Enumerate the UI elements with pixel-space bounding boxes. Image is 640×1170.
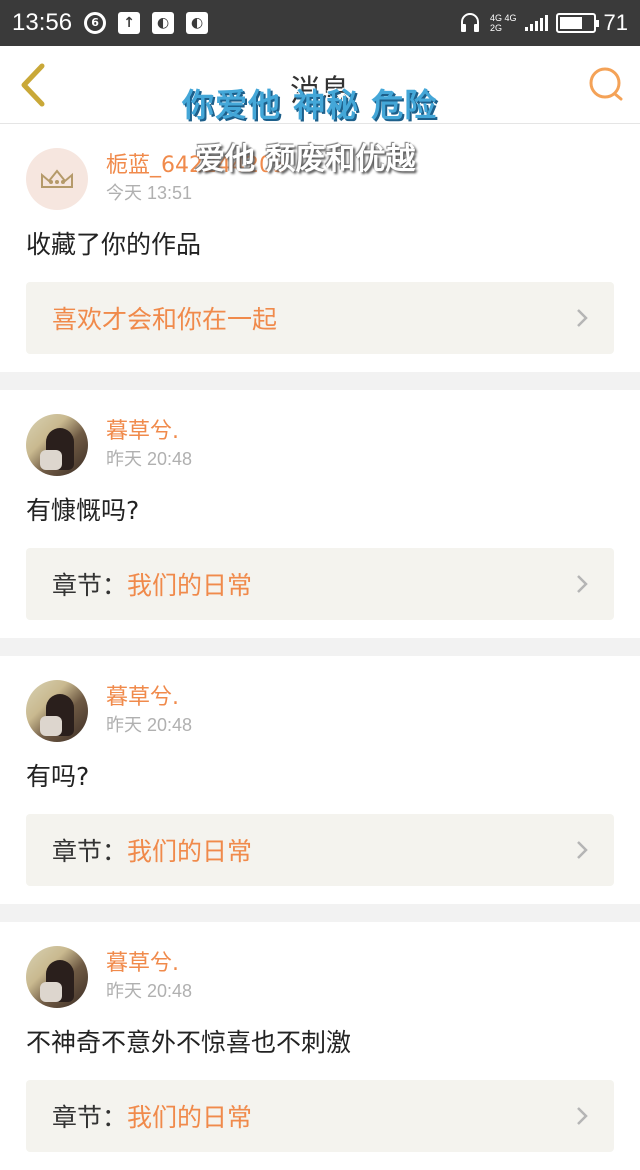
network-bottom: 2G — [490, 23, 503, 33]
crown-icon — [41, 169, 73, 188]
reference-link[interactable]: 章节： 我们的日常 — [26, 548, 614, 620]
message-time: 昨天 20:48 — [106, 981, 193, 1001]
username[interactable]: 暮草兮. — [106, 950, 192, 978]
status-time: 13:56 — [12, 9, 73, 36]
reference-link[interactable]: 章节： 我们的日常 — [26, 1080, 614, 1152]
message-header: 暮草兮. 昨天 20:48 — [26, 656, 614, 742]
netease-icon: 6 — [84, 12, 107, 34]
message-list: 栀蓝_642244203 今天 13:51 收藏了你的作品 喜欢才会和你在一起 … — [0, 124, 640, 1170]
chevron-right-icon — [577, 1107, 588, 1125]
username[interactable]: 暮草兮. — [106, 418, 192, 446]
battery-level: 71 — [603, 10, 628, 35]
battery-fill — [559, 17, 583, 29]
avatar[interactable] — [26, 680, 88, 742]
reference-link[interactable]: 章节： 我们的日常 — [26, 814, 614, 886]
chevron-right-icon — [577, 309, 588, 327]
message-header: 暮草兮. 昨天 20:48 — [26, 922, 614, 1008]
reference-prefix: 章节： — [52, 571, 128, 600]
upload-icon: ↑ — [118, 12, 141, 34]
message-time: 昨天 20:48 — [106, 715, 193, 735]
message-card[interactable]: 暮草兮. 昨天 20:48 不神奇不意外不惊喜也不刺激 章节： 我们的日常 — [0, 922, 640, 1170]
reference-link[interactable]: 喜欢才会和你在一起 — [26, 282, 614, 354]
reference-prefix: 章节： — [52, 837, 128, 866]
avatar[interactable] — [26, 414, 88, 476]
message-content: 有吗? — [26, 762, 90, 791]
status-bar: 13:56 6 ↑ ◐ ◐ 4G 4G 2G 71 — [0, 0, 640, 46]
message-content: 收藏了你的作品 — [26, 230, 202, 259]
reference-title: 我们的日常 — [127, 571, 253, 600]
username[interactable]: 暮草兮. — [106, 684, 192, 712]
reference-title: 我们的日常 — [127, 1103, 253, 1132]
reference-prefix: 章节： — [52, 1103, 128, 1132]
overlay-sticker-text: 你爱他 神秘 危险 — [182, 86, 438, 124]
message-content: 不神奇不意外不惊喜也不刺激 — [26, 1028, 352, 1057]
search-icon[interactable] — [586, 64, 626, 104]
qq-icon-2: ◐ — [186, 12, 209, 34]
network-indicator: 4G 4G 2G — [490, 13, 517, 33]
message-content: 有慷慨吗? — [26, 496, 140, 525]
chevron-right-icon — [577, 841, 588, 859]
avatar[interactable] — [26, 946, 88, 1008]
network-top: 4G 4G — [490, 13, 517, 23]
battery-icon — [555, 13, 599, 33]
message-card[interactable]: 暮草兮. 昨天 20:48 有慷慨吗? 章节： 我们的日常 — [0, 390, 640, 638]
message-meta: 暮草兮. 昨天 20:48 — [106, 414, 192, 472]
message-meta: 暮草兮. 昨天 20:48 — [106, 680, 192, 738]
chevron-right-icon — [577, 575, 588, 593]
headset-icon — [461, 13, 479, 32]
reference-title: 喜欢才会和你在一起 — [52, 305, 278, 334]
message-time: 今天 13:51 — [106, 183, 193, 203]
message-time: 昨天 20:48 — [106, 449, 193, 469]
message-header: 暮草兮. 昨天 20:48 — [26, 390, 614, 476]
avatar[interactable] — [26, 148, 88, 210]
overlay-sticker-text-2: 爱他 颓废和优越 — [195, 142, 416, 177]
qq-icon: ◐ — [152, 12, 175, 34]
signal-icon — [524, 15, 548, 31]
message-card[interactable]: 暮草兮. 昨天 20:48 有吗? 章节： 我们的日常 — [0, 656, 640, 904]
message-meta: 暮草兮. 昨天 20:48 — [106, 946, 192, 1004]
reference-title: 我们的日常 — [127, 837, 253, 866]
